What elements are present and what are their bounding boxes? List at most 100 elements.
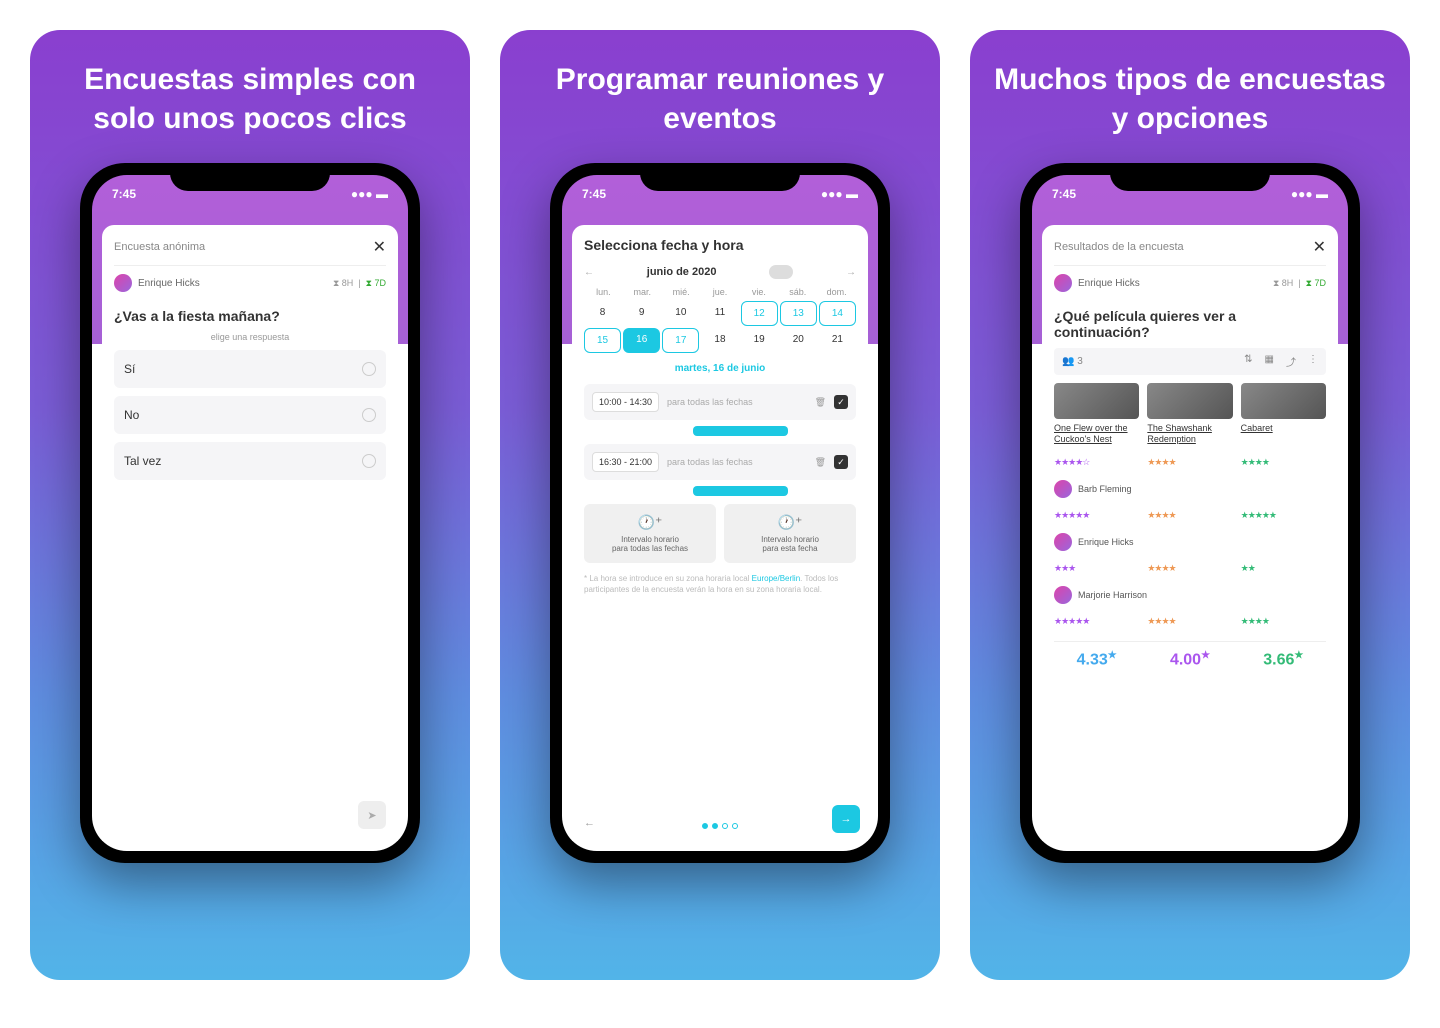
calendar-nav: ← junio de 2020 → — [584, 265, 856, 279]
timeslot-row: 10:00 - 14:30 para todas las fechas 🗑 ✓ — [584, 384, 856, 420]
summary-stars: ★★★★☆ ★★★★ ★★★★ — [1054, 453, 1326, 472]
poll-question: ¿Vas a la fiesta mañana? — [114, 308, 386, 324]
author-name: Enrique Hicks — [138, 278, 200, 289]
trash-icon[interactable]: 🗑 — [815, 397, 826, 408]
movie-option[interactable]: Cabaret — [1241, 383, 1326, 445]
day-cell[interactable]: 9 — [623, 301, 660, 326]
poll-option[interactable]: No — [114, 396, 386, 434]
movie-title: One Flew over the Cuckoo's Nest — [1054, 423, 1139, 445]
interval-all-button[interactable]: 🕐⁺ Intervalo horariopara todas las fecha… — [584, 504, 716, 563]
poll-badges: ⧗ 8H | ⧗ 7D — [333, 278, 386, 289]
status-icons: ●●● ▬ — [351, 187, 388, 215]
status-time: 7:45 — [1052, 187, 1076, 215]
send-button[interactable]: ➤ — [358, 801, 386, 829]
clock-plus-icon: 🕐⁺ — [590, 514, 710, 531]
movie-thumb — [1241, 383, 1326, 419]
checkbox-icon[interactable]: ✓ — [834, 395, 848, 409]
movie-title: Cabaret — [1241, 423, 1326, 434]
voter-name: Enrique Hicks — [1078, 537, 1148, 547]
more-icon[interactable]: ⋮ — [1308, 354, 1318, 369]
avatar — [114, 274, 132, 292]
time-input[interactable]: 16:30 - 21:00 — [592, 452, 659, 472]
movie-option[interactable]: The Shawshank Redemption — [1147, 383, 1232, 445]
author-name: Enrique Hicks — [1078, 278, 1140, 289]
clock-plus-icon: 🕐⁺ — [730, 514, 850, 531]
phone-notch — [170, 163, 330, 191]
card-title: Muchos tipos de encuestas y opciones — [990, 60, 1390, 138]
next-month-icon[interactable]: → — [846, 267, 856, 278]
selected-date: martes, 16 de junio — [584, 363, 856, 374]
day-cell[interactable]: 11 — [701, 301, 738, 326]
score-row: 4.33★ 4.00★ 3.66★ — [1054, 641, 1326, 669]
modal-header: Encuesta anónima ✕ — [114, 237, 386, 266]
mode-toggle[interactable] — [769, 265, 793, 279]
modal-title: Encuesta anónima — [114, 241, 205, 253]
poll-question: ¿Qué película quieres ver a continuación… — [1054, 308, 1326, 340]
share-icon[interactable]: ⤴ — [1286, 354, 1296, 369]
results-toolbar: 👥 3 ⇅ ▦ ⤴ ⋮ — [1054, 348, 1326, 375]
interval-this-button[interactable]: 🕐⁺ Intervalo horariopara esta fecha — [724, 504, 856, 563]
timeslot-row: 16:30 - 21:00 para todas las fechas 🗑 ✓ — [584, 444, 856, 480]
avatar — [1054, 533, 1072, 551]
card-title: Encuestas simples con solo unos pocos cl… — [50, 60, 450, 138]
card-title: Programar reuniones y eventos — [520, 60, 920, 138]
close-icon[interactable]: ✕ — [1313, 237, 1326, 257]
status-time: 7:45 — [582, 187, 606, 215]
score-value: 3.66★ — [1241, 650, 1326, 669]
author-row: Enrique Hicks ⧗ 8H | ⧗ 7D — [114, 266, 386, 300]
day-cell[interactable]: 8 — [584, 301, 621, 326]
phone-notch — [1110, 163, 1270, 191]
radio-icon — [362, 408, 376, 422]
phone-mockup: 7:45 ●●● ▬ Resultados de la encuesta ✕ E… — [1020, 163, 1360, 863]
slot-bar — [693, 486, 788, 496]
poll-option[interactable]: Sí — [114, 350, 386, 388]
day-cell[interactable]: 21 — [819, 328, 856, 353]
weekday-row: lun.mar.mié.jue.vie.sáb.dom. — [584, 287, 856, 297]
movie-thumb — [1147, 383, 1232, 419]
poll-option[interactable]: Tal vez — [114, 442, 386, 480]
day-cell[interactable]: 20 — [780, 328, 817, 353]
day-cell[interactable]: 15 — [584, 328, 621, 353]
day-cell[interactable]: 10 — [662, 301, 699, 326]
voter-row: Barb Fleming — [1054, 476, 1326, 502]
voter-name: Barb Fleming — [1078, 484, 1148, 494]
modal-title: Resultados de la encuesta — [1054, 241, 1184, 253]
day-cell[interactable]: 13 — [780, 301, 817, 326]
radio-icon — [362, 454, 376, 468]
next-button[interactable]: → — [832, 805, 860, 833]
day-cell[interactable]: 12 — [741, 301, 778, 326]
trash-icon[interactable]: 🗑 — [815, 457, 826, 468]
day-cell[interactable]: 19 — [741, 328, 778, 353]
radio-icon — [362, 362, 376, 376]
back-icon[interactable]: ← — [584, 817, 595, 829]
phone-notch — [640, 163, 800, 191]
prev-month-icon[interactable]: ← — [584, 267, 594, 278]
calendar-days: 8 9 10 11 12 13 14 15 16 17 18 19 20 21 — [584, 301, 856, 353]
slot-label: para todas las fechas — [667, 397, 807, 407]
movie-option[interactable]: One Flew over the Cuckoo's Nest — [1054, 383, 1139, 445]
avatar — [1054, 274, 1072, 292]
status-icons: ●●● ▬ — [1291, 187, 1328, 215]
calendar-title: Selecciona fecha y hora — [584, 237, 856, 253]
day-cell-active[interactable]: 16 — [623, 328, 660, 353]
close-icon[interactable]: ✕ — [373, 237, 386, 257]
time-input[interactable]: 10:00 - 14:30 — [592, 392, 659, 412]
movie-thumb — [1054, 383, 1139, 419]
voter-row: Marjorie Harrison — [1054, 582, 1326, 608]
voter-name: Marjorie Harrison — [1078, 590, 1148, 600]
timezone-link[interactable]: Europe/Berlin — [752, 574, 800, 583]
phone-mockup: 7:45 ●●● ▬ Selecciona fecha y hora ← jun… — [550, 163, 890, 863]
grid-icon[interactable]: ▦ — [1265, 354, 1274, 369]
day-cell[interactable]: 18 — [701, 328, 738, 353]
checkbox-icon[interactable]: ✓ — [834, 455, 848, 469]
movie-title: The Shawshank Redemption — [1147, 423, 1232, 445]
slot-bar — [693, 426, 788, 436]
day-cell[interactable]: 14 — [819, 301, 856, 326]
sort-icon[interactable]: ⇅ — [1244, 354, 1252, 369]
poll-hint: elige una respuesta — [114, 332, 386, 342]
promo-card-2: Programar reuniones y eventos 7:45 ●●● ▬… — [500, 30, 940, 980]
page-dots — [702, 823, 738, 829]
modal-header: Resultados de la encuesta ✕ — [1054, 237, 1326, 266]
day-cell[interactable]: 17 — [662, 328, 699, 353]
promo-card-3: Muchos tipos de encuestas y opciones 7:4… — [970, 30, 1410, 980]
